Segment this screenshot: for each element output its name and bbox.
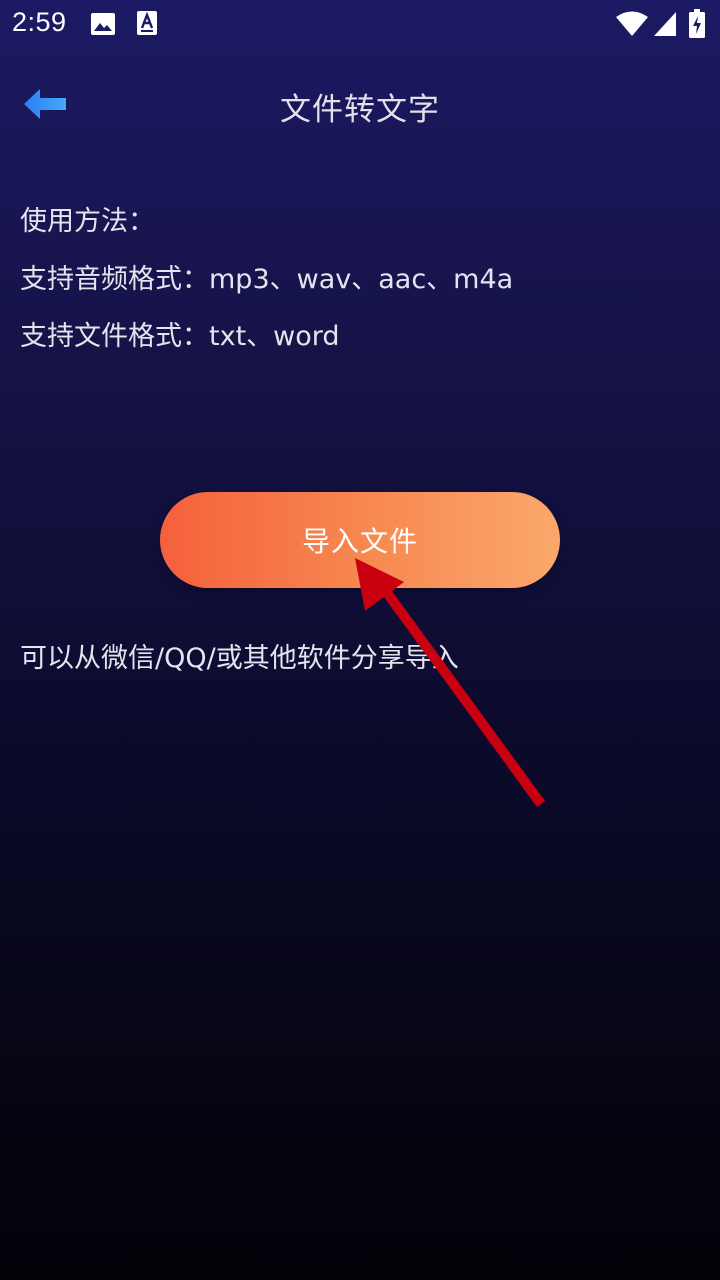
import-file-button[interactable]: 导入文件 [160, 492, 560, 588]
instructions: 使用方法： 支持音频格式：mp3、wav、aac、m4a 支持文件格式：txt、… [20, 193, 700, 366]
share-hint-text: 可以从微信/QQ/或其他软件分享导入 [20, 643, 459, 674]
status-time: 2:59 [12, 7, 67, 37]
audio-formats-text: 支持音频格式：mp3、wav、aac、m4a [20, 263, 514, 295]
gallery-icon [91, 13, 115, 35]
battery-charging-icon [689, 9, 705, 38]
status-bar: 2:59 [0, 0, 720, 48]
accessibility-icon [137, 11, 157, 35]
import-file-button-label: 导入文件 [301, 525, 418, 558]
usage-label: 使用方法： [20, 206, 155, 237]
file-formats-text: 支持文件格式：txt、word [20, 321, 340, 352]
page-title: 文件转文字 [280, 92, 440, 128]
toolbar: 文件转文字 [0, 60, 720, 150]
signal-icon [654, 12, 676, 36]
wifi-icon [616, 11, 648, 36]
